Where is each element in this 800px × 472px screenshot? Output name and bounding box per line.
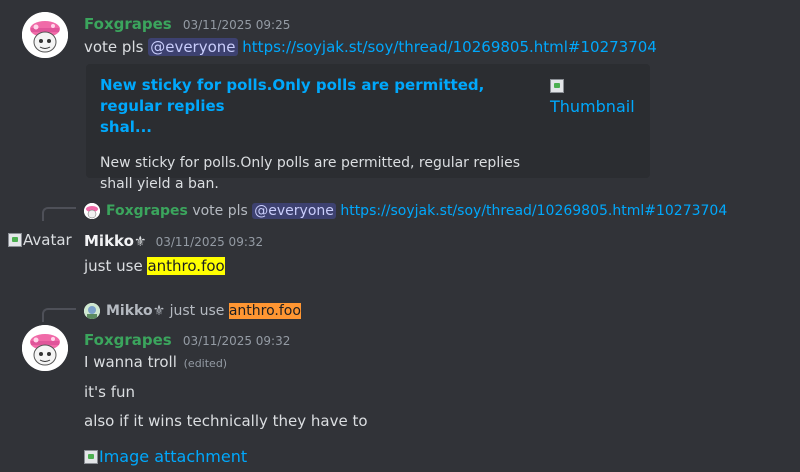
reply-username: Mikko [106,303,153,319]
mikko-avatar-icon [84,303,100,319]
message-line: also if it wins technically they have to [84,412,368,430]
username[interactable]: Mikko [84,232,134,250]
foxgrapes-avatar-icon [22,325,68,371]
fleur-de-lis-icon: ⚜ [133,234,147,250]
reply-spine [42,207,76,221]
username[interactable]: Foxgrapes [84,15,172,33]
thread-link[interactable]: https://soyjak.st/soy/thread/10269805.ht… [242,38,657,56]
edited-label: (edited) [183,357,228,370]
reply-text: just use [169,303,229,319]
timestamp: 03/11/2025 09:32 [155,235,264,249]
message-text: vote pls [84,38,149,56]
message-content: just use anthro.foo [84,257,225,275]
foxgrapes-avatar-icon [22,12,68,58]
foxgrapes-avatar-icon [84,203,100,219]
reply-avatar-foxgrapes[interactable] [84,203,100,219]
embed-description: New sticky for polls.Only polls are perm… [100,155,521,192]
reply-preview[interactable]: Foxgrapes vote pls @everyone https://soy… [106,203,727,219]
embed-thumbnail[interactable]: Thumbnail [550,75,635,117]
reply-highlight: anthro.foo [228,303,301,319]
message-line: I wanna troll (edited) [84,353,228,371]
reply-mention: @everyone [252,203,336,219]
fleur-de-lis-icon: ⚜ [152,303,166,319]
embed-title[interactable]: New sticky for polls.Only polls are perm… [100,75,520,138]
avatar-foxgrapes[interactable] [22,12,68,58]
reply-preview[interactable]: Mikko⚜ just use anthro.foo [106,303,301,319]
reply-username: Foxgrapes [106,203,188,219]
message-line: it's fun [84,383,136,401]
broken-image-icon [84,450,98,464]
message-content: vote pls @everyone https://soyjak.st/soy… [84,38,657,56]
broken-image-icon [8,233,22,247]
reply-text: vote pls [192,203,253,219]
link-embed: New sticky for polls.Only polls are perm… [86,64,650,192]
avatar-foxgrapes[interactable] [22,325,68,371]
username[interactable]: Foxgrapes [84,331,172,349]
reply-link: https://soyjak.st/soy/thread/10269805.ht… [340,203,728,219]
avatar-mikko[interactable]: Avatar [8,231,72,249]
reply-avatar-mikko[interactable] [84,303,100,319]
highlighted-text: anthro.foo [147,257,225,275]
mention-everyone[interactable]: @everyone [148,38,238,56]
reply-spine [42,308,76,322]
image-attachment[interactable]: Image attachment [84,447,247,466]
message-text: just use [84,257,148,275]
timestamp: 03/11/2025 09:32 [182,334,291,348]
timestamp: 03/11/2025 09:25 [182,18,291,32]
broken-image-icon [550,79,564,93]
